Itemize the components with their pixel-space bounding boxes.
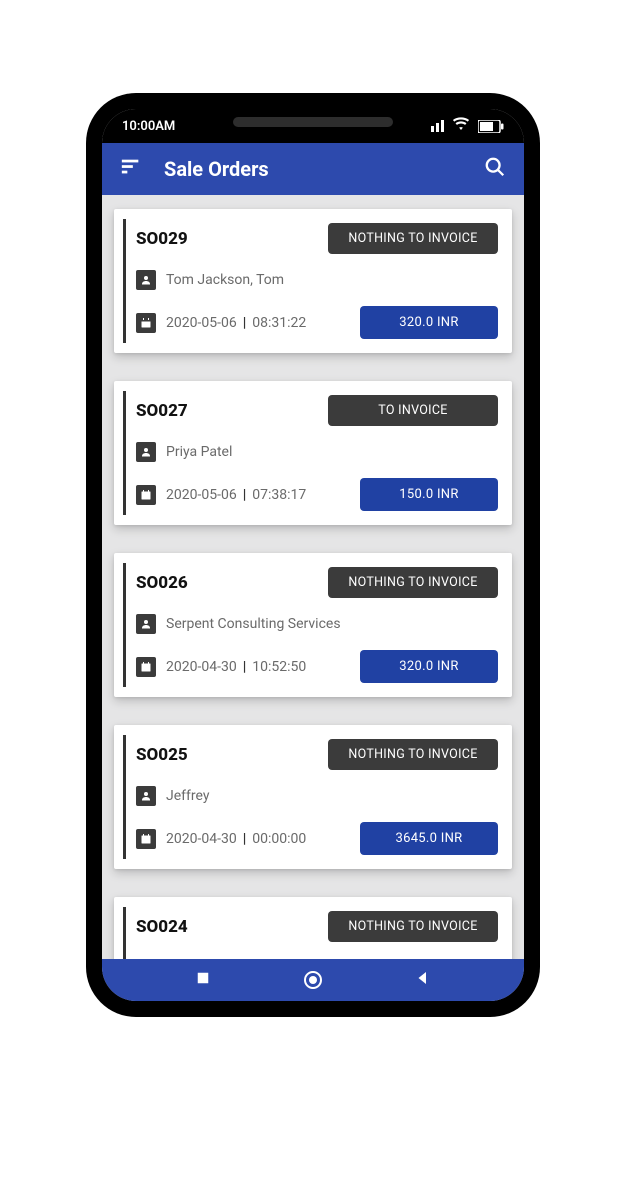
amount-badge: 320.0 INR (360, 306, 498, 339)
amount-badge: 150.0 INR (360, 478, 498, 511)
order-card[interactable]: SO024 NOTHING TO INVOICE (114, 897, 512, 959)
recent-apps-button[interactable] (194, 969, 212, 991)
order-id: SO027 (136, 401, 188, 421)
calendar-icon (136, 657, 156, 677)
order-id: SO024 (136, 917, 188, 937)
order-date: 2020-05-06 (166, 487, 237, 503)
customer-name: Priya Patel (166, 444, 232, 460)
order-date: 2020-04-30 (166, 831, 237, 847)
page-title: Sale Orders (164, 157, 462, 181)
home-button[interactable] (304, 971, 322, 989)
calendar-icon (136, 313, 156, 333)
customer-name: Serpent Consulting Services (166, 616, 341, 632)
calendar-icon (136, 829, 156, 849)
order-card[interactable]: SO027 TO INVOICE Priya Patel 2020-05-06 … (114, 381, 512, 525)
order-card[interactable]: SO026 NOTHING TO INVOICE Serpent Consult… (114, 553, 512, 697)
order-time: 07:38:17 (252, 487, 306, 503)
person-icon (136, 614, 156, 634)
calendar-icon (136, 485, 156, 505)
order-card[interactable]: SO029 NOTHING TO INVOICE Tom Jackson, To… (114, 209, 512, 353)
order-time: 10:52:50 (252, 659, 306, 675)
status-icons (431, 115, 504, 137)
back-button[interactable] (414, 969, 432, 991)
order-id: SO026 (136, 573, 188, 593)
customer-name: Tom Jackson, Tom (166, 272, 284, 288)
order-card[interactable]: SO025 NOTHING TO INVOICE Jeffrey 2020-04… (114, 725, 512, 869)
system-nav (102, 959, 524, 1001)
order-id: SO025 (136, 745, 188, 765)
status-badge: NOTHING TO INVOICE (328, 911, 498, 942)
order-time: 08:31:22 (252, 315, 306, 331)
order-date: 2020-04-30 (166, 659, 237, 675)
battery-icon (478, 120, 504, 133)
search-icon[interactable] (484, 156, 506, 182)
amount-badge: 3645.0 INR (360, 822, 498, 855)
status-badge: NOTHING TO INVOICE (328, 739, 498, 770)
app-header: Sale Orders (102, 143, 524, 195)
filter-icon[interactable] (120, 156, 142, 182)
person-icon (136, 442, 156, 462)
status-badge: NOTHING TO INVOICE (328, 223, 498, 254)
wifi-icon (452, 115, 470, 137)
status-badge: NOTHING TO INVOICE (328, 567, 498, 598)
order-date: 2020-05-06 (166, 315, 237, 331)
order-list[interactable]: SO029 NOTHING TO INVOICE Tom Jackson, To… (102, 195, 524, 959)
signal-icon (431, 120, 444, 132)
customer-name: Jeffrey (166, 788, 209, 804)
status-badge: TO INVOICE (328, 395, 498, 426)
person-icon (136, 786, 156, 806)
order-time: 00:00:00 (252, 831, 306, 847)
person-icon (136, 270, 156, 290)
status-time: 10:00AM (122, 119, 175, 134)
order-id: SO029 (136, 229, 188, 249)
amount-badge: 320.0 INR (360, 650, 498, 683)
